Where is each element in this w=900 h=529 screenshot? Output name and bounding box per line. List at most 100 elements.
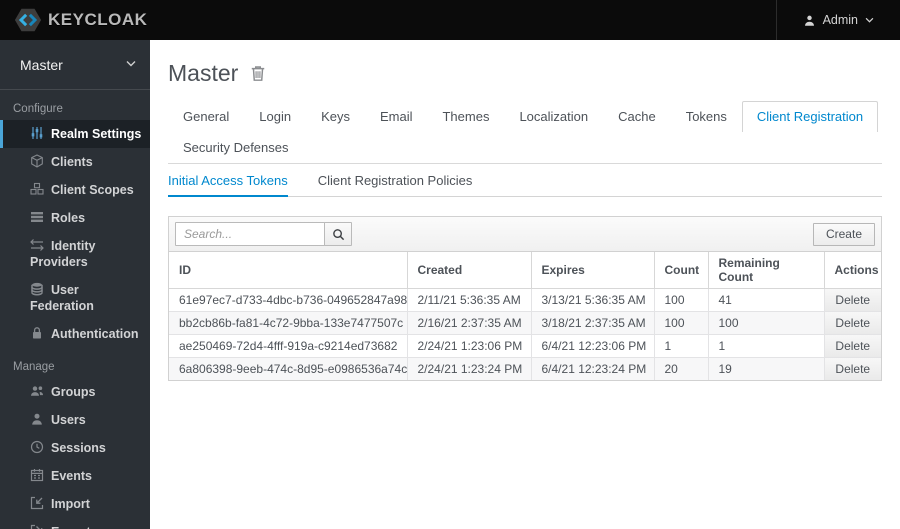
table-row: 6a806398-9eeb-474c-8d95-e0986536a74c 2/2… xyxy=(169,357,881,380)
column-header-remaining-count: Remaining Count xyxy=(707,252,825,289)
brand-text: KEYCLOAK xyxy=(48,10,148,29)
tokens-table-panel: Create ID Created Expires Count Remainin… xyxy=(168,216,882,381)
sidebar-item-label: Import xyxy=(51,497,90,511)
search-input[interactable] xyxy=(175,222,325,246)
cube-icon xyxy=(30,154,44,168)
table-row: ae250469-72d4-4fff-919a-c9214ed73682 2/2… xyxy=(169,334,881,358)
cell-created: 2/24/21 1:23:24 PM xyxy=(406,357,532,380)
delete-button[interactable]: Delete xyxy=(825,312,881,334)
create-button[interactable]: Create xyxy=(812,222,875,246)
delete-button[interactable]: Delete xyxy=(825,358,881,380)
search-button[interactable] xyxy=(324,222,352,246)
cell-expires: 6/4/21 12:23:24 PM xyxy=(530,357,655,380)
column-header-id: ID xyxy=(169,252,408,289)
cell-remaining-count: 1 xyxy=(707,334,825,358)
tab-keys[interactable]: Keys xyxy=(306,101,365,132)
tab-login[interactable]: Login xyxy=(244,101,306,132)
subtab-initial-access-tokens[interactable]: Initial Access Tokens xyxy=(168,164,288,197)
section-label-configure: Configure xyxy=(13,103,63,115)
sidebar-item-label: Clients xyxy=(51,155,93,169)
admin-user-menu[interactable]: Admin xyxy=(775,0,900,40)
table-header-row: ID Created Expires Count Remaining Count… xyxy=(169,252,881,289)
cell-count: 100 xyxy=(653,288,709,312)
cell-created: 2/11/21 5:36:35 AM xyxy=(406,288,532,312)
cell-id: 61e97ec7-d733-4dbc-b736-049652847a98 xyxy=(169,288,408,312)
sidebar-item-label: Realm Settings xyxy=(51,127,142,141)
cubes-icon xyxy=(30,182,44,196)
user-icon xyxy=(803,14,816,27)
import-icon xyxy=(30,496,44,510)
sidebar-item-sessions[interactable]: Sessions xyxy=(0,434,150,462)
delete-button[interactable]: Delete xyxy=(825,335,881,357)
tab-localization[interactable]: Localization xyxy=(504,101,603,132)
sidebar-item-user-federation[interactable]: User Federation xyxy=(0,276,150,320)
chevron-down-icon xyxy=(126,60,136,67)
clock-icon xyxy=(30,440,44,454)
lock-icon xyxy=(30,326,44,340)
table-row: 61e97ec7-d733-4dbc-b736-049652847a98 2/1… xyxy=(169,288,881,312)
tab-email[interactable]: Email xyxy=(365,101,428,132)
sidebar-item-label: Roles xyxy=(51,211,86,225)
sidebar-item-realm-settings[interactable]: Realm Settings xyxy=(0,120,150,148)
realm-selector-dropdown[interactable]: Master xyxy=(0,40,150,90)
realm-selector-label: Master xyxy=(20,56,63,73)
calendar-icon xyxy=(30,468,44,482)
sidebar-item-label: Events xyxy=(51,469,92,483)
cell-expires: 3/13/21 5:36:35 AM xyxy=(530,288,655,312)
cell-id: ae250469-72d4-4fff-919a-c9214ed73682 xyxy=(169,334,408,358)
sliders-icon xyxy=(30,126,44,140)
cell-expires: 3/18/21 2:37:35 AM xyxy=(530,311,655,335)
admin-label: Admin xyxy=(822,13,858,27)
sidebar-item-events[interactable]: Events xyxy=(0,462,150,490)
keycloak-logo[interactable]: KEYCLOAK xyxy=(0,0,147,40)
tab-cache[interactable]: Cache xyxy=(603,101,671,132)
delete-button[interactable]: Delete xyxy=(825,289,881,311)
chevron-down-icon xyxy=(865,17,874,23)
exchange-icon xyxy=(30,238,44,252)
tab-general[interactable]: General xyxy=(168,101,244,132)
cell-created: 2/24/21 1:23:06 PM xyxy=(406,334,532,358)
sidebar-item-users[interactable]: Users xyxy=(0,406,150,434)
page-title: Master xyxy=(168,60,239,86)
cell-id: 6a806398-9eeb-474c-8d95-e0986536a74c xyxy=(169,357,408,380)
section-label-manage: Manage xyxy=(13,361,55,373)
cell-remaining-count: 19 xyxy=(707,357,825,380)
sidebar-item-import[interactable]: Import xyxy=(0,490,150,518)
sidebar-item-label: Export xyxy=(51,525,91,529)
client-registration-subtabs: Initial Access Tokens Client Registratio… xyxy=(168,164,882,197)
cell-id: bb2cb86b-fa81-4c72-9bba-133e7477507c xyxy=(169,311,408,335)
export-icon xyxy=(30,524,44,529)
tab-tokens[interactable]: Tokens xyxy=(671,101,742,132)
sidebar-item-label: Users xyxy=(51,413,86,427)
sidebar-item-export[interactable]: Export xyxy=(0,518,150,529)
sidebar-item-label: Groups xyxy=(51,385,96,399)
sidebar-item-label: Sessions xyxy=(51,441,106,455)
sidebar-item-identity-providers[interactable]: Identity Providers xyxy=(0,232,150,276)
delete-realm-trash-icon[interactable] xyxy=(250,65,266,82)
cell-remaining-count: 100 xyxy=(707,311,825,335)
sidebar-item-client-scopes[interactable]: Client Scopes xyxy=(0,176,150,204)
sidebar-item-clients[interactable]: Clients xyxy=(0,148,150,176)
tab-themes[interactable]: Themes xyxy=(427,101,504,132)
tab-security-defenses[interactable]: Security Defenses xyxy=(168,132,304,163)
sidebar-item-authentication[interactable]: Authentication xyxy=(0,320,150,348)
user-icon xyxy=(30,412,44,426)
users-icon xyxy=(30,384,44,398)
cell-remaining-count: 41 xyxy=(707,288,825,312)
initial-access-tokens-table: ID Created Expires Count Remaining Count… xyxy=(169,252,881,380)
sidebar-item-label: Client Scopes xyxy=(51,183,134,197)
cell-count: 20 xyxy=(653,357,709,380)
sidebar: Master Configure Realm Settings Clients … xyxy=(0,40,150,529)
sidebar-item-roles[interactable]: Roles xyxy=(0,204,150,232)
table-toolbar: Create xyxy=(169,217,881,252)
sidebar-item-groups[interactable]: Groups xyxy=(0,378,150,406)
keycloak-hexagon-icon xyxy=(14,6,42,34)
realm-tabs: General Login Keys Email Themes Localiza… xyxy=(168,101,882,164)
tab-client-registration[interactable]: Client Registration xyxy=(741,101,879,132)
subtab-client-registration-policies[interactable]: Client Registration Policies xyxy=(318,164,473,197)
cell-created: 2/16/21 2:37:35 AM xyxy=(406,311,532,335)
list-icon xyxy=(30,210,44,224)
top-header-bar: KEYCLOAK Admin xyxy=(0,0,900,40)
cell-count: 100 xyxy=(653,311,709,335)
column-header-count: Count xyxy=(653,252,709,289)
